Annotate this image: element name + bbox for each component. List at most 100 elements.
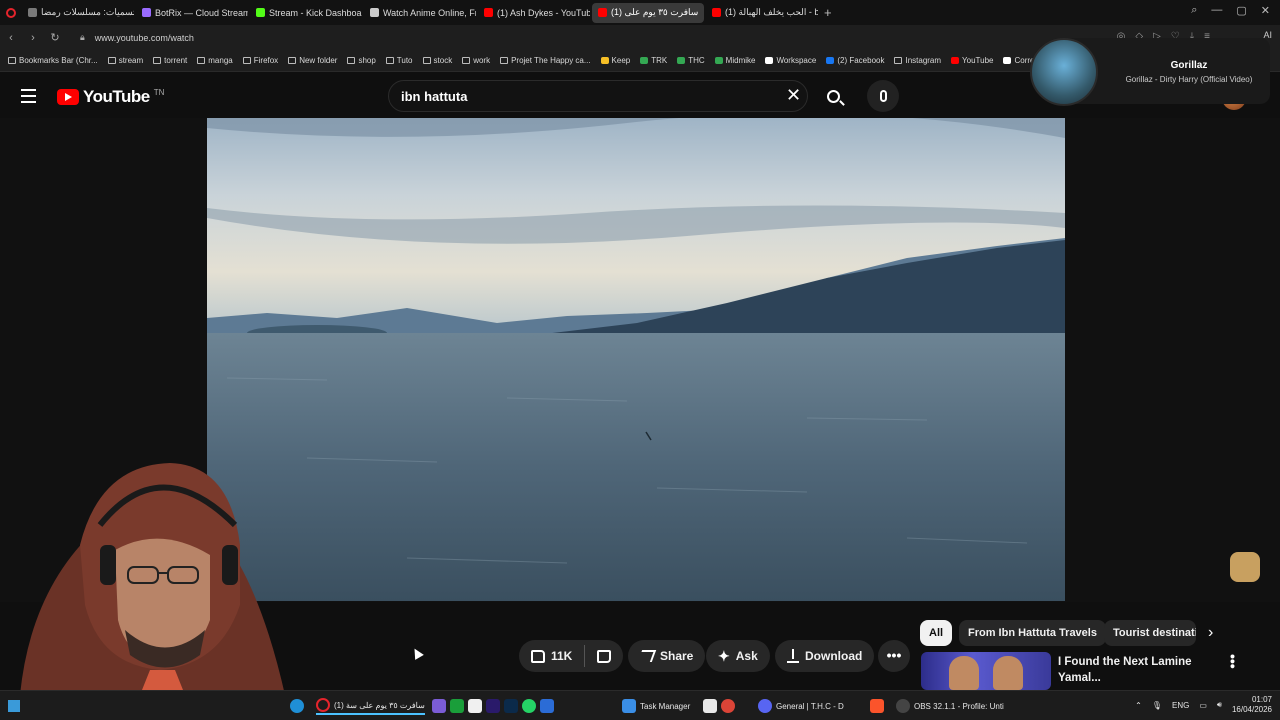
input-language[interactable]: ENG — [1172, 701, 1189, 710]
bookmark-item[interactable]: New folder — [288, 56, 337, 65]
bookmark-item[interactable]: stream — [107, 56, 143, 65]
browser-tab[interactable]: Stream - Kick Dashboard — [250, 3, 362, 23]
bookmark-item[interactable]: TRK — [640, 56, 667, 65]
folder-icon — [894, 57, 903, 64]
bookmark-item[interactable]: shop — [347, 56, 376, 65]
back-icon[interactable]: ‹ — [0, 32, 22, 44]
bookmark-item[interactable]: work — [462, 56, 490, 65]
network-icon[interactable]: ▭ — [1199, 701, 1207, 710]
bookmark-item[interactable]: Workspace — [765, 56, 816, 65]
volume-icon[interactable]: 🔊︎ — [1217, 700, 1222, 710]
reload-icon[interactable]: ↻ — [44, 31, 66, 44]
mini-player[interactable]: Gorillaz Gorillaz - Dirty Harry (Officia… — [1030, 38, 1270, 106]
bookmark-item[interactable]: Projet The Happy ca... — [500, 56, 591, 65]
clock[interactable]: 01:07 16/04/2026 — [1232, 695, 1272, 715]
voice-search-button[interactable] — [867, 80, 899, 112]
bookmark-item[interactable]: stock — [422, 56, 452, 65]
browser-tab[interactable]: BotRix — Cloud Streaming — [136, 3, 248, 23]
taskbar-more-icons — [703, 697, 735, 715]
windows-start-icon[interactable] — [8, 700, 20, 712]
bookmark-label: Projet The Happy ca... — [511, 56, 591, 65]
bookmark-item[interactable]: manga — [197, 56, 233, 65]
taskbar-item-task-manager[interactable]: Task Manager — [622, 697, 690, 715]
whatsapp-icon[interactable] — [522, 699, 536, 713]
taskbar-item-browser[interactable]: (1) سافرت ٣٥ يوم على سة — [316, 697, 425, 715]
dislike-icon[interactable] — [597, 649, 612, 663]
maximize-button[interactable]: ▢ — [1236, 4, 1246, 17]
tab-favicon-icon — [484, 8, 493, 17]
bookmark-item[interactable]: Tuto — [385, 56, 413, 65]
browser-tab[interactable]: (1) الحب يخلف الهبالة - be — [706, 3, 818, 23]
file-icon[interactable] — [468, 699, 482, 713]
more-actions-button[interactable]: ••• — [878, 640, 910, 672]
premiere-icon[interactable] — [486, 699, 500, 713]
search-button[interactable] — [812, 80, 854, 112]
recommended-thumbnail[interactable] — [921, 652, 1051, 690]
browser-tab[interactable]: (1) سافرت ٣٥ يوم على — [592, 2, 704, 23]
chip-tourist-destinations[interactable]: Tourist destinati — [1104, 620, 1196, 646]
folder-icon — [462, 57, 471, 64]
search-input[interactable]: ibn hattuta — [388, 80, 808, 112]
chip-all[interactable]: All — [920, 620, 953, 646]
recommended-title[interactable]: I Found the Next Lamine Yamal... — [1058, 654, 1213, 686]
lock-icon[interactable]: 🔒︎ — [80, 32, 85, 43]
search-tabs-icon[interactable]: ⌕ — [1191, 4, 1197, 17]
close-icon[interactable]: ✕ — [786, 86, 801, 104]
task-manager-icon — [622, 699, 636, 713]
taskbar-label-obs: OBS 32.1.1 - Profile: Unti — [914, 701, 1004, 711]
browser-tab[interactable]: التسميات: مسلسلات رمضا — [22, 3, 134, 23]
chevron-right-icon[interactable]: › — [1208, 624, 1213, 642]
app-icon[interactable] — [450, 699, 464, 713]
search-icon — [826, 89, 840, 103]
tab-favicon-icon — [256, 8, 265, 17]
app-icon[interactable] — [540, 699, 554, 713]
bookmark-favicon-icon — [765, 57, 774, 64]
edge-icon[interactable] — [290, 697, 304, 715]
bookmark-label: YouTube — [962, 56, 994, 65]
chrome-icon[interactable] — [721, 699, 735, 713]
tab-label: التسميات: مسلسلات رمضا — [41, 7, 134, 17]
bookmark-label: Tuto — [396, 56, 413, 65]
menu-icon[interactable] — [21, 89, 36, 107]
bookmark-item[interactable]: Midmike — [714, 56, 756, 65]
ask-button[interactable]: ✦ Ask — [706, 640, 770, 672]
tab-label: Watch Anime Online, Free — [383, 7, 476, 18]
app-icon[interactable] — [703, 699, 717, 713]
bookmark-item[interactable]: Keep — [600, 56, 630, 65]
chevron-up-icon[interactable]: ⌃ — [1135, 701, 1142, 710]
bookmark-item[interactable]: Bookmarks Bar (Chr... — [8, 56, 98, 65]
microphone-icon[interactable]: 🎙︎ — [1152, 701, 1162, 710]
like-icon[interactable] — [531, 649, 545, 663]
taskbar-item-discord[interactable]: General | T.H.C - D — [758, 697, 844, 715]
bookmark-label: Midmike — [725, 56, 756, 65]
forward-icon[interactable]: › — [22, 32, 44, 44]
photoshop-icon[interactable] — [504, 699, 518, 713]
new-tab-button[interactable]: + — [824, 5, 832, 20]
more-vert-icon[interactable]: ••• — [1225, 654, 1241, 669]
youtube-logo[interactable]: YouTube TN — [57, 87, 164, 107]
bookmark-item[interactable]: Instagram — [894, 56, 941, 65]
opera-logo-icon[interactable] — [0, 0, 22, 25]
browser-tab[interactable]: Watch Anime Online, Free — [364, 3, 476, 23]
brave-icon[interactable] — [870, 697, 884, 715]
taskbar-item-obs[interactable]: OBS 32.1.1 - Profile: Unti — [896, 697, 1004, 715]
taskbar-label-discord: General | T.H.C - D — [776, 701, 844, 711]
app-icon[interactable] — [432, 699, 446, 713]
bookmark-favicon-icon — [640, 57, 649, 64]
video-player[interactable] — [207, 118, 1065, 601]
bookmark-item[interactable]: Firefox — [242, 56, 278, 65]
bookmark-label: manga — [208, 56, 233, 65]
like-count[interactable]: 11K — [551, 649, 572, 663]
bookmark-item[interactable]: THC — [677, 56, 705, 65]
chip-from-channel[interactable]: From Ibn Hattuta Travels — [959, 620, 1106, 646]
share-button[interactable]: Share — [628, 640, 706, 672]
close-window-button[interactable]: ✕ — [1261, 4, 1270, 17]
minimize-button[interactable]: — — [1211, 4, 1222, 17]
browser-tab[interactable]: (1) Ash Dykes - YouTube — [478, 3, 590, 23]
url-field[interactable]: www.youtube.com/watch — [95, 33, 194, 43]
bookmark-item[interactable]: (2) Facebook — [826, 56, 884, 65]
download-button[interactable]: Download — [775, 640, 875, 672]
bookmark-item[interactable]: torrent — [153, 56, 187, 65]
bookmark-item[interactable]: YouTube — [951, 56, 993, 65]
like-dislike-group: 11K — [519, 640, 624, 672]
